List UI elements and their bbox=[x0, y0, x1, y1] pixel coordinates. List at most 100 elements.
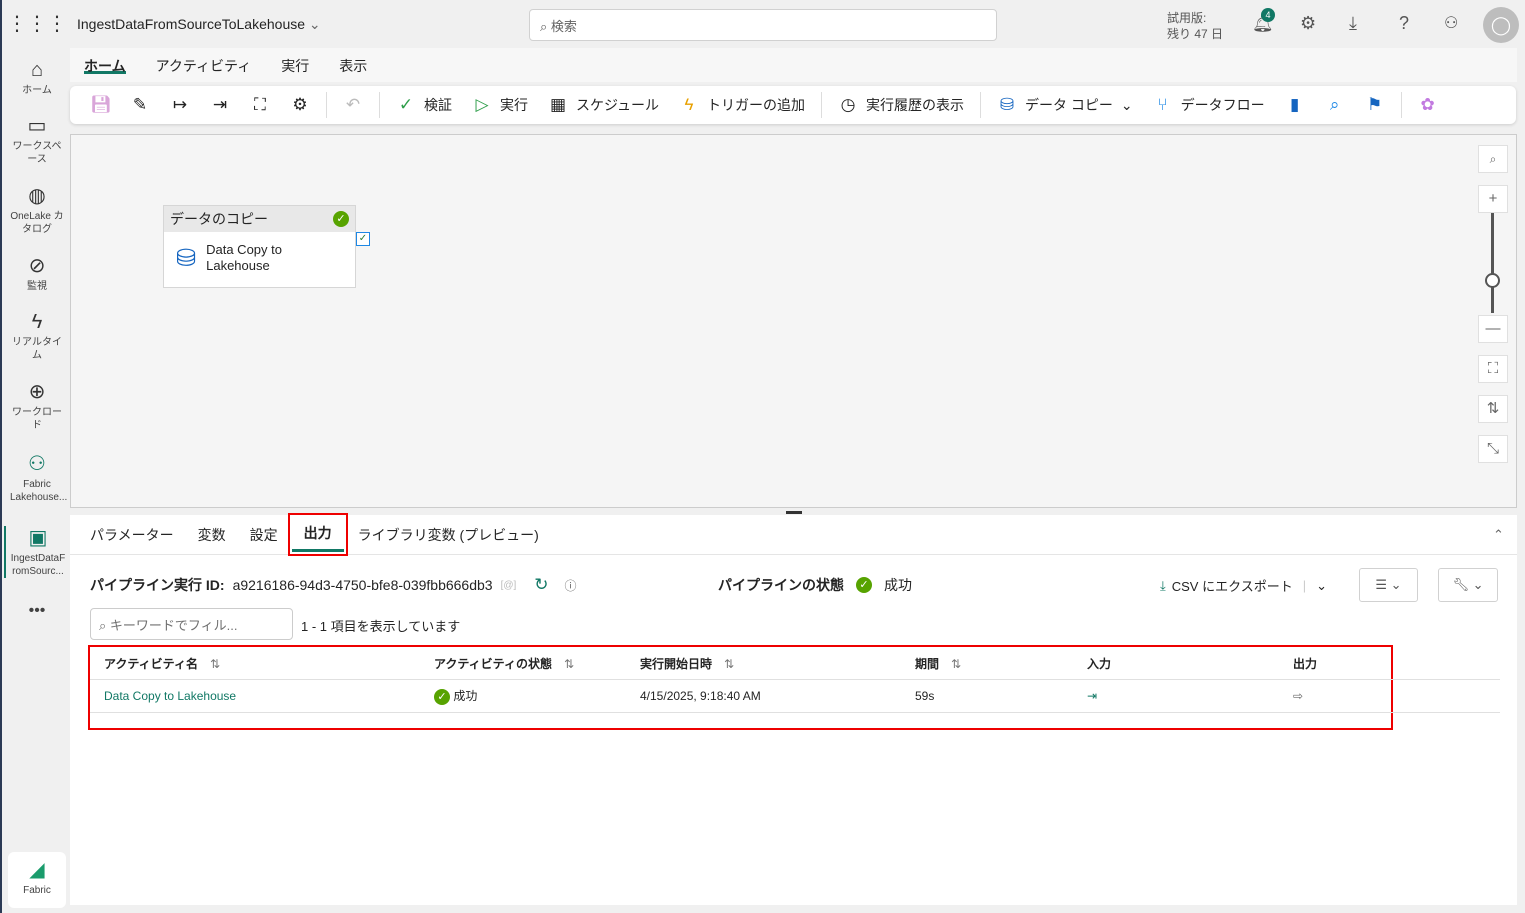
export-label: CSV にエクスポート bbox=[1171, 579, 1293, 594]
trial-info[interactable]: 試用版: 残り 47 日 bbox=[1167, 10, 1223, 42]
notification-badge: 4 bbox=[1261, 8, 1275, 22]
run-id-value: a9216186-94d3-4750-bfe8-039fbb666db3 bbox=[232, 577, 493, 593]
more-icon[interactable]: ••• bbox=[4, 603, 70, 619]
download-icon: ⤓ bbox=[1160, 577, 1166, 593]
rail-monitor[interactable]: ⊘ 監視 bbox=[4, 254, 70, 293]
rail-workload[interactable]: ⊕ ワークロード bbox=[4, 380, 70, 432]
dataflow-button[interactable]: ⑂ データフロー bbox=[1145, 91, 1273, 119]
rail-onelake[interactable]: ◍ OneLake カタログ bbox=[4, 184, 70, 236]
export-csv-button[interactable]: ⤓ CSV にエクスポート | ⌄ bbox=[1160, 576, 1327, 595]
success-connector[interactable]: ✓ bbox=[356, 232, 370, 246]
notebook-icon[interactable]: ▮ bbox=[1277, 91, 1313, 119]
collapse-icon[interactable]: ⤡ bbox=[1478, 435, 1508, 463]
sort-icon: ⇅ bbox=[724, 656, 735, 671]
item-count: 1 - 1 項目を表示しています bbox=[301, 619, 461, 634]
zoom-search-icon[interactable]: ⌕ bbox=[1478, 145, 1508, 173]
start-time: 4/15/2025, 9:18:40 AM bbox=[640, 689, 761, 703]
workspace-icon: ▭ bbox=[27, 115, 47, 137]
fabric-home[interactable]: ◢ Fabric bbox=[8, 852, 66, 908]
auto-align-icon[interactable]: ⇅ bbox=[1478, 395, 1508, 423]
tab-run[interactable]: 実行 bbox=[281, 56, 309, 74]
keyword-filter-input[interactable]: ⌕ キーワードでフィル... bbox=[90, 608, 293, 640]
output-icon[interactable]: ⇨ bbox=[1293, 689, 1473, 703]
tab-variables[interactable]: 変数 bbox=[198, 519, 226, 551]
save-as-icon[interactable]: ✎ bbox=[122, 91, 158, 119]
activity-name-link[interactable]: Data Copy to Lakehouse bbox=[90, 689, 434, 703]
activity-node[interactable]: データのコピー ✓ ⛁ Data Copy to Lakehouse bbox=[163, 205, 356, 288]
copy-data-button[interactable]: ⛁ データ コピー ⌄ bbox=[989, 91, 1141, 119]
avatar[interactable]: ◯ bbox=[1483, 7, 1519, 43]
col-output: 出力 bbox=[1293, 656, 1318, 671]
divider bbox=[379, 92, 380, 118]
zoom-in-icon[interactable]: + bbox=[1478, 185, 1508, 213]
tools-button[interactable]: 🔧︎ ⌄ bbox=[1438, 568, 1498, 602]
fabric-label: Fabric bbox=[23, 885, 51, 896]
tab-view[interactable]: 表示 bbox=[339, 56, 367, 74]
run-button[interactable]: ▷ 実行 bbox=[464, 91, 536, 119]
move-end-icon[interactable]: ⇥ bbox=[202, 91, 238, 119]
validate-button[interactable]: ✓ 検証 bbox=[388, 91, 460, 119]
collapse-panel-icon[interactable]: ⌃ bbox=[1493, 527, 1504, 543]
trial-label: 試用版: bbox=[1167, 11, 1207, 25]
activity-table: アクティビティ名 ⇅ アクティビティの状態 ⇅ 実行開始日時 ⇅ 期間 ⇅ 入力 出力 … bbox=[88, 645, 1500, 730]
tab-activities[interactable]: アクティビティ bbox=[156, 56, 252, 74]
zoom-out-icon[interactable]: — bbox=[1478, 315, 1508, 343]
node-header: データのコピー bbox=[170, 211, 268, 227]
filter-button[interactable]: ☰ ⌄ bbox=[1359, 568, 1418, 602]
move-right-icon[interactable]: ↦ bbox=[162, 91, 198, 119]
rail-label: ワークスペース bbox=[12, 141, 62, 165]
copy-icon[interactable]: [@] bbox=[501, 580, 517, 591]
col-activity-name[interactable]: アクティビティ名 ⇅ bbox=[90, 655, 434, 672]
undo-icon[interactable]: ↶ bbox=[335, 91, 371, 119]
settings-icon[interactable]: ⚙ bbox=[282, 91, 318, 119]
tab-settings[interactable]: 設定 bbox=[250, 519, 278, 551]
dataflow-icon: ⑂ bbox=[1157, 95, 1168, 114]
col-start-time[interactable]: 実行開始日時 ⇅ bbox=[640, 655, 915, 672]
schedule-button[interactable]: ▦ スケジュール bbox=[540, 91, 667, 119]
refresh-icon[interactable]: ↻ bbox=[534, 575, 548, 595]
run-history-button[interactable]: ◷ 実行履歴の表示 bbox=[830, 91, 972, 119]
pipeline-status: パイプラインの状態 ✓ 成功 bbox=[718, 575, 912, 595]
pipeline-title[interactable]: IngestDataFromSourceToLakehouse ⌄ bbox=[77, 16, 321, 33]
gear-icon[interactable]: ⚙ bbox=[1300, 13, 1316, 34]
share-icon[interactable]: ⚇ bbox=[1444, 13, 1458, 33]
tab-parameters[interactable]: パラメーター bbox=[90, 519, 174, 551]
run-id-row: パイプライン実行 ID: a9216186-94d3-4750-bfe8-039… bbox=[90, 575, 577, 595]
download-icon[interactable]: ⤓ bbox=[1349, 13, 1357, 34]
rail-label: リアルタイム bbox=[12, 337, 62, 361]
chevron-down-icon[interactable]: ⌄ bbox=[1316, 578, 1327, 594]
play-icon: ▷ bbox=[475, 95, 489, 114]
resize-handle[interactable] bbox=[786, 511, 802, 514]
button-label: 実行 bbox=[500, 97, 528, 113]
rail-pipeline[interactable]: ▣ IngestDataFromSourc... bbox=[4, 526, 70, 578]
tab-home[interactable]: ホーム bbox=[84, 56, 126, 74]
rail-workspace[interactable]: ▭ ワークスペース bbox=[4, 114, 70, 166]
pipeline-canvas[interactable]: データのコピー ✓ ⛁ Data Copy to Lakehouse ✓ ⌕ + … bbox=[70, 134, 1517, 508]
fit-view-icon[interactable]: ⛶ bbox=[1478, 355, 1508, 383]
tab-output[interactable]: 出力 bbox=[287, 513, 348, 556]
layout-icon[interactable]: ⛶ bbox=[242, 91, 278, 119]
lookup-icon[interactable]: ⌕ bbox=[1317, 91, 1353, 119]
info-icon[interactable]: ⓘ bbox=[565, 577, 577, 594]
event-icon[interactable]: ⚑ bbox=[1357, 91, 1393, 119]
tab-library-variables[interactable]: ライブラリ変数 (プレビュー) bbox=[358, 519, 539, 551]
col-activity-status[interactable]: アクティビティの状態 ⇅ bbox=[434, 655, 640, 672]
bell-icon[interactable]: 🔔︎ 4 bbox=[1252, 8, 1275, 34]
copilot-icon[interactable]: ✿ bbox=[1410, 91, 1446, 119]
trial-days: 残り 47 日 bbox=[1167, 27, 1224, 41]
input-icon[interactable]: ⇥ bbox=[1087, 689, 1293, 703]
search-input[interactable]: ⌕ 検索 bbox=[529, 9, 997, 41]
save-icon[interactable]: 💾︎ bbox=[82, 91, 118, 119]
app-launcher-icon[interactable]: ⋮⋮⋮ bbox=[4, 12, 70, 38]
rail-home[interactable]: ⌂ ホーム bbox=[4, 58, 70, 97]
help-icon[interactable]: ? bbox=[1399, 13, 1409, 34]
search-icon: ⌕ bbox=[99, 618, 107, 633]
zoom-slider-track[interactable] bbox=[1491, 213, 1494, 313]
rail-realtime[interactable]: ϟ リアルタイム bbox=[4, 310, 70, 362]
rail-label: ワークロード bbox=[12, 407, 62, 431]
add-trigger-button[interactable]: ϟ トリガーの追加 bbox=[671, 91, 813, 119]
rail-lakehouse[interactable]: ⚇ Fabric Lakehouse... bbox=[4, 452, 70, 504]
zoom-slider-thumb[interactable] bbox=[1485, 273, 1500, 288]
col-duration[interactable]: 期間 ⇅ bbox=[915, 655, 1087, 672]
divider bbox=[326, 92, 327, 118]
